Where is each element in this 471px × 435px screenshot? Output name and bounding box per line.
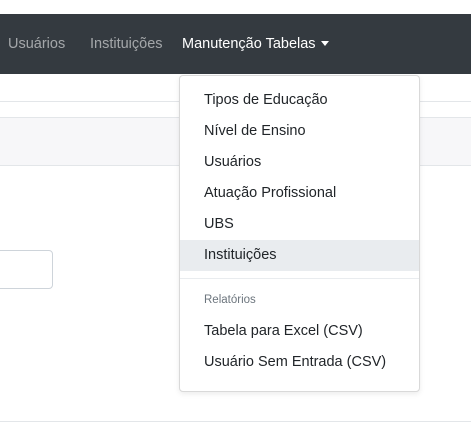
nav-link-instituicoes[interactable]: Instituições [90,14,163,74]
dropdown-item-tabela-excel-csv[interactable]: Tabela para Excel (CSV) [180,316,419,347]
dropdown-divider [180,278,419,279]
dropdown-item-tipos-de-educacao[interactable]: Tipos de Educação [180,85,419,116]
dropdown-header-relatorios: Relatórios [204,294,256,306]
dropdown-item-nivel-de-ensino[interactable]: Nível de Ensino [180,116,419,147]
dropdown-item-instituicoes[interactable]: Instituições [180,240,419,271]
dropdown-item-usuarios[interactable]: Usuários [180,147,419,178]
divider-line [0,421,471,422]
dropdown-item-usuario-sem-entrada-csv[interactable]: Usuário Sem Entrada (CSV) [180,347,419,378]
window-top-edge [0,0,471,14]
nav-link-usuarios[interactable]: Usuários [8,14,65,74]
dropdown-menu: Tipos de Educação Nível de Ensino Usuári… [179,75,420,392]
page: Usuários Instituições Manutenção Tabelas… [0,0,471,435]
nav-dropdown-label: Manutenção Tabelas [182,36,316,52]
dropdown-item-ubs[interactable]: UBS [180,209,419,240]
caret-down-icon [320,41,329,46]
top-navbar: Usuários Instituições Manutenção Tabelas [0,14,471,74]
nav-dropdown-manutencao-tabelas[interactable]: Manutenção Tabelas [182,14,329,74]
dropdown-item-atuacao-profissional[interactable]: Atuação Profissional [180,178,419,209]
form-input[interactable] [0,250,53,289]
